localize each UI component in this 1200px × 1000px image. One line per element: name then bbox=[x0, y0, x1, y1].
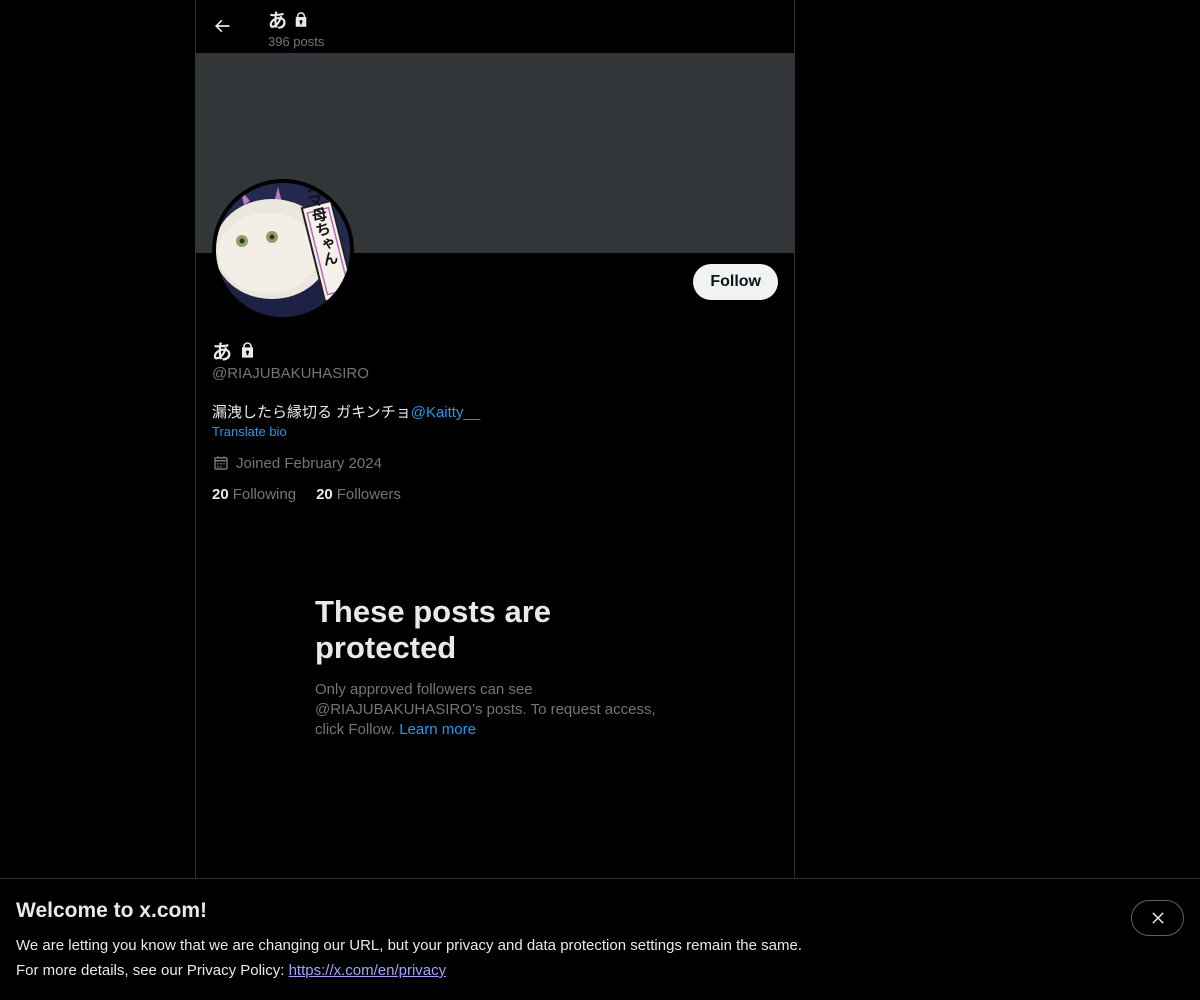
back-button[interactable] bbox=[204, 8, 240, 44]
notice-message: We are letting you know that we are chan… bbox=[16, 937, 802, 954]
learn-more-link[interactable]: Learn more bbox=[399, 721, 476, 738]
joined-text: Joined February 2024 bbox=[236, 454, 382, 472]
calendar-icon bbox=[214, 456, 228, 470]
followers-count: 20 bbox=[316, 486, 333, 503]
profile-bio: 漏洩したら縁切る ガキンチョ@Kaitty__ bbox=[212, 401, 480, 422]
followers-label: Followers bbox=[336, 486, 401, 503]
bio-mention-link[interactable]: @Kaitty__ bbox=[411, 404, 480, 421]
notice-privacy-line: For more details, see our Privacy Policy… bbox=[16, 962, 446, 979]
protected-body: Only approved followers can see @RIAJUBA… bbox=[315, 681, 656, 738]
notice-privacy-prefix: For more details, see our Privacy Policy… bbox=[16, 962, 289, 979]
privacy-policy-link[interactable]: https://x.com/en/privacy bbox=[289, 962, 447, 979]
url-change-notice: Welcome to x.com! We are letting you kno… bbox=[0, 878, 1200, 1000]
lock-icon bbox=[295, 11, 307, 27]
following-count: 20 bbox=[212, 486, 229, 503]
translate-bio-link[interactable]: Translate bio bbox=[212, 424, 287, 439]
avatar[interactable]: ゴマ母ちゃん bbox=[212, 179, 354, 321]
notice-title: Welcome to x.com! bbox=[16, 899, 207, 922]
followers-link[interactable]: 20 Followers bbox=[316, 486, 401, 503]
header-title: あ bbox=[268, 6, 310, 33]
post-count: 396 posts bbox=[268, 34, 325, 49]
display-name: あ bbox=[212, 342, 232, 364]
close-icon bbox=[1151, 912, 1164, 924]
following-link[interactable]: 20 Following bbox=[212, 486, 296, 503]
close-notice-button[interactable] bbox=[1131, 900, 1184, 936]
arrow-left-icon bbox=[215, 19, 230, 33]
protected-posts-message: These posts are protected Only approved … bbox=[315, 594, 675, 740]
follow-button[interactable]: Follow bbox=[693, 264, 778, 300]
protected-title: These posts are protected bbox=[315, 594, 552, 665]
follow-stats: 20 Following 20 Followers bbox=[212, 486, 401, 503]
profile-column: あ 396 posts ゴマ母ちゃん Follow あ @RIAJUBAKUHA… bbox=[195, 0, 795, 880]
bio-text: 漏洩したら縁切る ガキンチョ bbox=[212, 404, 411, 421]
following-label: Following bbox=[232, 486, 297, 503]
joined-date: Joined February 2024 bbox=[212, 454, 382, 472]
avatar-image: ゴマ母ちゃん bbox=[216, 183, 350, 317]
profile-name: あ bbox=[212, 336, 257, 365]
profile-handle: @RIAJUBAKUHASIRO bbox=[212, 365, 369, 382]
profile-header-bar: あ 396 posts bbox=[196, 0, 794, 53]
protected-body-wrap: Only approved followers can see @RIAJUBA… bbox=[315, 680, 675, 740]
lock-icon bbox=[241, 342, 254, 358]
header-name: あ bbox=[268, 11, 288, 32]
